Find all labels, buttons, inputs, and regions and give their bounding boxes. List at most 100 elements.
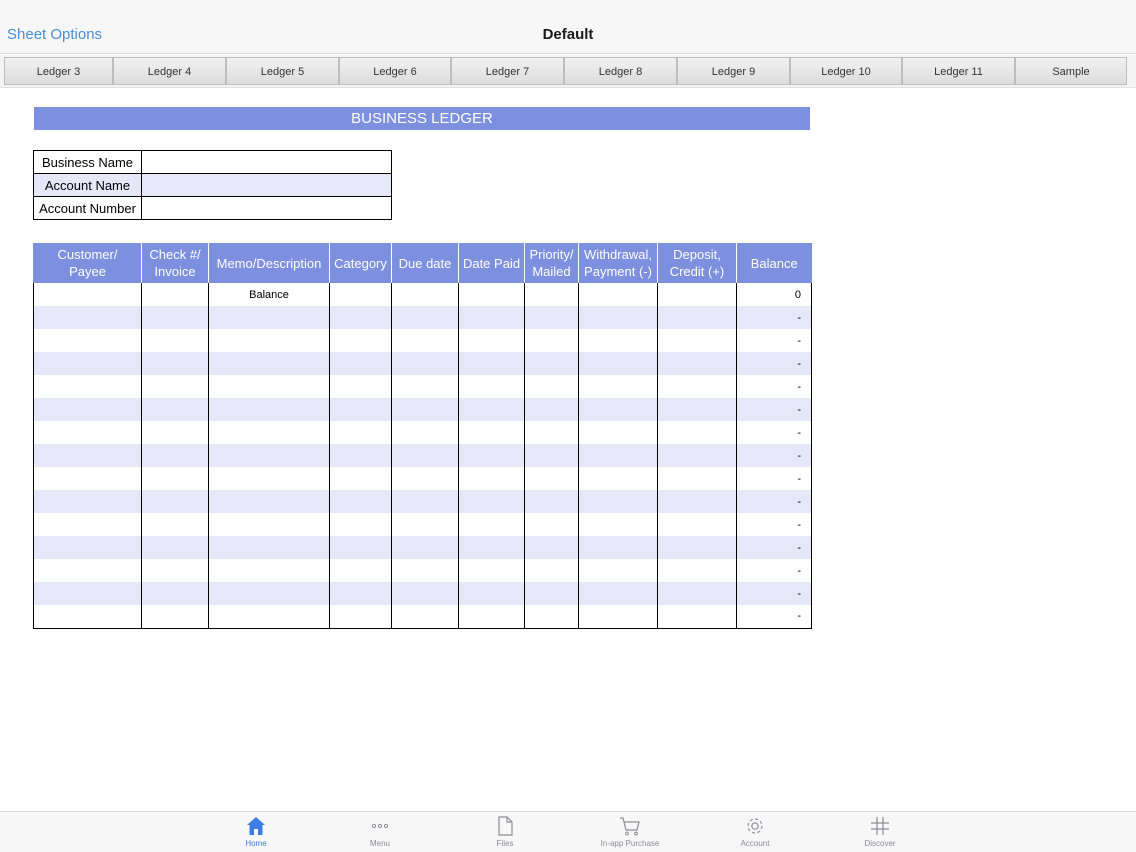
ledger-cell[interactable] <box>141 490 209 513</box>
ledger-cell[interactable] <box>524 375 579 398</box>
ledger-cell[interactable] <box>524 605 579 629</box>
ledger-cell[interactable] <box>657 375 737 398</box>
ledger-cell[interactable] <box>33 398 142 421</box>
ledger-cell[interactable] <box>33 513 142 536</box>
ledger-cell[interactable] <box>458 559 525 582</box>
ledger-cell[interactable] <box>329 398 392 421</box>
ledger-cell[interactable] <box>141 398 209 421</box>
ledger-cell[interactable] <box>657 444 737 467</box>
ledger-cell[interactable] <box>141 559 209 582</box>
ledger-cell[interactable] <box>208 559 330 582</box>
ledger-cell[interactable] <box>458 605 525 629</box>
ledger-cell[interactable] <box>329 444 392 467</box>
ledger-cell[interactable] <box>657 352 737 375</box>
business-name-cell[interactable] <box>141 150 392 174</box>
ledger-cell[interactable] <box>657 398 737 421</box>
ledger-cell[interactable] <box>524 352 579 375</box>
ledger-cell[interactable] <box>578 467 658 490</box>
tab-menu[interactable]: Menu <box>335 815 425 848</box>
ledger-cell[interactable] <box>578 559 658 582</box>
account-number-cell[interactable] <box>141 196 392 220</box>
ledger-cell[interactable] <box>329 306 392 329</box>
ledger-cell[interactable] <box>657 536 737 559</box>
tab-in-app-purchase[interactable]: In-app Purchase <box>585 815 675 848</box>
ledger-cell[interactable] <box>458 467 525 490</box>
ledger-cell[interactable] <box>141 375 209 398</box>
ledger-cell[interactable] <box>458 582 525 605</box>
ledger-cell[interactable] <box>208 352 330 375</box>
ledger-cell[interactable] <box>208 467 330 490</box>
ledger-cell[interactable] <box>329 421 392 444</box>
balance-cell[interactable]: - <box>736 467 812 490</box>
ledger-cell[interactable] <box>458 421 525 444</box>
balance-cell[interactable]: - <box>736 421 812 444</box>
ledger-cell[interactable] <box>657 467 737 490</box>
balance-cell[interactable]: - <box>736 398 812 421</box>
ledger-cell[interactable] <box>141 582 209 605</box>
ledger-cell[interactable] <box>208 375 330 398</box>
ledger-cell[interactable] <box>391 329 459 352</box>
ledger-cell[interactable] <box>33 329 142 352</box>
ledger-cell[interactable] <box>208 444 330 467</box>
ledger-cell[interactable] <box>33 283 142 306</box>
ledger-cell[interactable] <box>33 375 142 398</box>
ledger-cell[interactable] <box>458 444 525 467</box>
ledger-cell[interactable] <box>208 582 330 605</box>
ledger-cell[interactable] <box>33 605 142 629</box>
ledger-cell[interactable] <box>329 536 392 559</box>
tab-discover[interactable]: Discover <box>835 815 925 848</box>
ledger-cell[interactable] <box>578 444 658 467</box>
ledger-cell[interactable] <box>524 421 579 444</box>
ledger-cell[interactable] <box>141 536 209 559</box>
ledger-cell[interactable] <box>657 283 737 306</box>
ledger-cell[interactable] <box>391 375 459 398</box>
tab-ledger-6[interactable]: Ledger 6 <box>339 57 451 85</box>
ledger-cell[interactable] <box>391 605 459 629</box>
ledger-cell[interactable] <box>141 605 209 629</box>
ledger-cell[interactable] <box>141 329 209 352</box>
ledger-cell[interactable] <box>141 421 209 444</box>
ledger-cell[interactable] <box>33 582 142 605</box>
ledger-cell[interactable] <box>524 398 579 421</box>
ledger-cell[interactable] <box>33 444 142 467</box>
tab-ledger-11[interactable]: Ledger 11 <box>902 57 1015 85</box>
tab-sample[interactable]: Sample <box>1015 57 1127 85</box>
ledger-cell[interactable] <box>524 582 579 605</box>
ledger-cell[interactable] <box>578 605 658 629</box>
ledger-cell[interactable] <box>391 352 459 375</box>
ledger-cell[interactable] <box>141 467 209 490</box>
ledger-cell[interactable] <box>391 398 459 421</box>
ledger-cell[interactable] <box>657 421 737 444</box>
ledger-cell[interactable] <box>33 490 142 513</box>
balance-cell[interactable]: - <box>736 352 812 375</box>
ledger-cell[interactable] <box>329 283 392 306</box>
ledger-cell[interactable] <box>458 306 525 329</box>
ledger-cell[interactable] <box>524 559 579 582</box>
ledger-cell[interactable] <box>391 490 459 513</box>
ledger-cell[interactable] <box>524 536 579 559</box>
ledger-cell[interactable] <box>458 375 525 398</box>
ledger-cell[interactable] <box>524 306 579 329</box>
balance-cell[interactable]: - <box>736 306 812 329</box>
ledger-cell[interactable] <box>391 421 459 444</box>
ledger-cell[interactable] <box>208 536 330 559</box>
tab-home[interactable]: Home <box>211 815 301 848</box>
ledger-cell[interactable] <box>458 490 525 513</box>
ledger-cell[interactable] <box>208 329 330 352</box>
ledger-cell[interactable] <box>657 513 737 536</box>
balance-cell[interactable]: - <box>736 513 812 536</box>
ledger-cell[interactable] <box>578 536 658 559</box>
ledger-cell[interactable] <box>391 283 459 306</box>
ledger-cell[interactable] <box>33 559 142 582</box>
ledger-cell[interactable] <box>208 513 330 536</box>
ledger-cell[interactable] <box>578 421 658 444</box>
tab-ledger-10[interactable]: Ledger 10 <box>790 57 902 85</box>
tab-ledger-4[interactable]: Ledger 4 <box>113 57 226 85</box>
ledger-cell[interactable] <box>33 536 142 559</box>
ledger-cell[interactable] <box>329 559 392 582</box>
ledger-cell[interactable] <box>141 513 209 536</box>
ledger-cell[interactable] <box>208 421 330 444</box>
balance-cell[interactable]: - <box>736 375 812 398</box>
sheet-options-button[interactable]: Sheet Options <box>7 26 102 43</box>
tab-files[interactable]: Files <box>460 815 550 848</box>
